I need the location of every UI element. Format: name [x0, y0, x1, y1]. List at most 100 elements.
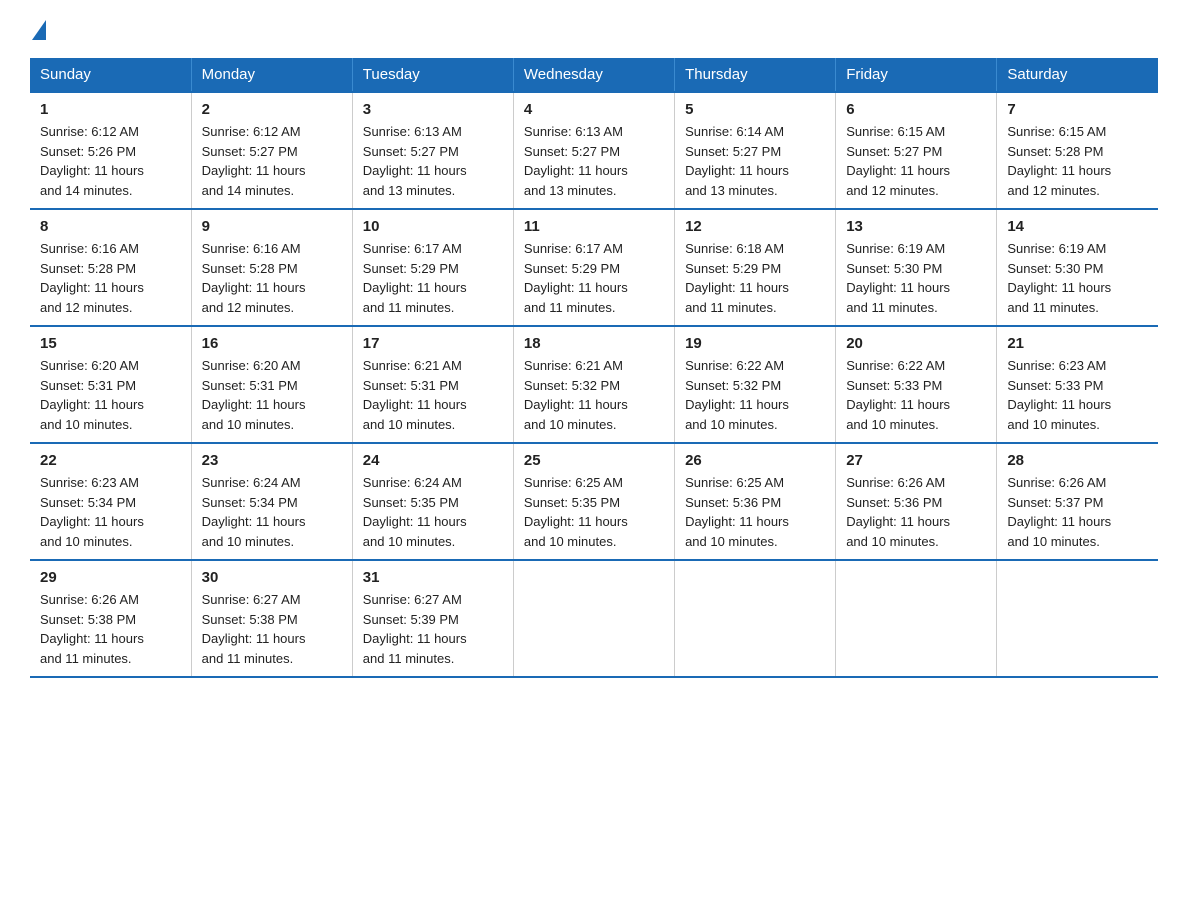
- day-info: Sunrise: 6:24 AMSunset: 5:35 PMDaylight:…: [363, 473, 503, 551]
- day-number: 31: [363, 569, 503, 586]
- calendar-cell: 19Sunrise: 6:22 AMSunset: 5:32 PMDayligh…: [675, 326, 836, 443]
- day-info: Sunrise: 6:19 AMSunset: 5:30 PMDaylight:…: [1007, 239, 1148, 317]
- day-info: Sunrise: 6:13 AMSunset: 5:27 PMDaylight:…: [524, 122, 664, 200]
- day-info: Sunrise: 6:15 AMSunset: 5:28 PMDaylight:…: [1007, 122, 1148, 200]
- day-number: 29: [40, 569, 181, 586]
- calendar-cell: 26 Sunrise: 6:25 AMSunset: 5:36 PMDayligh…: [675, 443, 836, 560]
- calendar-cell: 14 Sunrise: 6:19 AMSunset: 5:30 PMDayligh…: [997, 209, 1158, 326]
- day-number: 21: [1007, 335, 1148, 352]
- calendar-cell: 22Sunrise: 6:23 AMSunset: 5:34 PMDayligh…: [30, 443, 191, 560]
- day-number: 18: [524, 335, 664, 352]
- calendar-week-1: 1 Sunrise: 6:12 AMSunset: 5:26 PMDaylight…: [30, 92, 1158, 209]
- day-info: Sunrise: 6:12 AMSunset: 5:27 PMDaylight:…: [202, 122, 342, 200]
- day-info: Sunrise: 6:17 AMSunset: 5:29 PMDaylight:…: [524, 239, 664, 317]
- calendar-cell: 3 Sunrise: 6:13 AMSunset: 5:27 PMDaylight…: [352, 92, 513, 209]
- calendar-week-4: 22Sunrise: 6:23 AMSunset: 5:34 PMDayligh…: [30, 443, 1158, 560]
- calendar-cell: [836, 560, 997, 677]
- calendar-cell: 15 Sunrise: 6:20 AMSunset: 5:31 PMDayligh…: [30, 326, 191, 443]
- calendar-cell: 1 Sunrise: 6:12 AMSunset: 5:26 PMDaylight…: [30, 92, 191, 209]
- day-number: 12: [685, 218, 825, 235]
- calendar-cell: 20 Sunrise: 6:22 AMSunset: 5:33 PMDayligh…: [836, 326, 997, 443]
- day-info: Sunrise: 6:19 AMSunset: 5:30 PMDaylight:…: [846, 239, 986, 317]
- day-info: Sunrise: 6:16 AMSunset: 5:28 PMDaylight:…: [202, 239, 342, 317]
- day-info: Sunrise: 6:20 AMSunset: 5:31 PMDaylight:…: [202, 356, 342, 434]
- calendar-cell: 6Sunrise: 6:15 AMSunset: 5:27 PMDaylight…: [836, 92, 997, 209]
- day-number: 14: [1007, 218, 1148, 235]
- page-header: [30, 20, 1158, 40]
- calendar-week-3: 15 Sunrise: 6:20 AMSunset: 5:31 PMDayligh…: [30, 326, 1158, 443]
- calendar-cell: [513, 560, 674, 677]
- day-number: 6: [846, 101, 986, 118]
- day-number: 24: [363, 452, 503, 469]
- day-number: 15: [40, 335, 181, 352]
- day-info: Sunrise: 6:14 AMSunset: 5:27 PMDaylight:…: [685, 122, 825, 200]
- calendar-cell: 31 Sunrise: 6:27 AMSunset: 5:39 PMDayligh…: [352, 560, 513, 677]
- calendar-cell: 5 Sunrise: 6:14 AMSunset: 5:27 PMDaylight…: [675, 92, 836, 209]
- day-info: Sunrise: 6:22 AMSunset: 5:32 PMDaylight:…: [685, 356, 825, 434]
- calendar-cell: 12 Sunrise: 6:18 AMSunset: 5:29 PMDayligh…: [675, 209, 836, 326]
- day-info: Sunrise: 6:21 AMSunset: 5:32 PMDaylight:…: [524, 356, 664, 434]
- day-info: Sunrise: 6:21 AMSunset: 5:31 PMDaylight:…: [363, 356, 503, 434]
- day-number: 2: [202, 101, 342, 118]
- column-header-thursday: Thursday: [675, 58, 836, 92]
- day-info: Sunrise: 6:27 AMSunset: 5:39 PMDaylight:…: [363, 590, 503, 668]
- calendar-cell: 23 Sunrise: 6:24 AMSunset: 5:34 PMDayligh…: [191, 443, 352, 560]
- logo: [30, 20, 48, 40]
- day-info: Sunrise: 6:13 AMSunset: 5:27 PMDaylight:…: [363, 122, 503, 200]
- calendar-cell: 24 Sunrise: 6:24 AMSunset: 5:35 PMDayligh…: [352, 443, 513, 560]
- day-info: Sunrise: 6:24 AMSunset: 5:34 PMDaylight:…: [202, 473, 342, 551]
- calendar-cell: 30 Sunrise: 6:27 AMSunset: 5:38 PMDayligh…: [191, 560, 352, 677]
- column-header-wednesday: Wednesday: [513, 58, 674, 92]
- column-header-tuesday: Tuesday: [352, 58, 513, 92]
- day-number: 4: [524, 101, 664, 118]
- day-number: 27: [846, 452, 986, 469]
- calendar-cell: 21 Sunrise: 6:23 AMSunset: 5:33 PMDayligh…: [997, 326, 1158, 443]
- calendar-table: SundayMondayTuesdayWednesdayThursdayFrid…: [30, 58, 1158, 678]
- day-info: Sunrise: 6:20 AMSunset: 5:31 PMDaylight:…: [40, 356, 181, 434]
- calendar-week-5: 29 Sunrise: 6:26 AMSunset: 5:38 PMDayligh…: [30, 560, 1158, 677]
- day-number: 28: [1007, 452, 1148, 469]
- calendar-cell: 11 Sunrise: 6:17 AMSunset: 5:29 PMDayligh…: [513, 209, 674, 326]
- day-number: 30: [202, 569, 342, 586]
- calendar-cell: 27Sunrise: 6:26 AMSunset: 5:36 PMDayligh…: [836, 443, 997, 560]
- day-info: Sunrise: 6:18 AMSunset: 5:29 PMDaylight:…: [685, 239, 825, 317]
- column-header-saturday: Saturday: [997, 58, 1158, 92]
- calendar-cell: 9 Sunrise: 6:16 AMSunset: 5:28 PMDaylight…: [191, 209, 352, 326]
- day-info: Sunrise: 6:25 AMSunset: 5:35 PMDaylight:…: [524, 473, 664, 551]
- day-number: 13: [846, 218, 986, 235]
- day-info: Sunrise: 6:26 AMSunset: 5:37 PMDaylight:…: [1007, 473, 1148, 551]
- day-number: 9: [202, 218, 342, 235]
- calendar-week-2: 8 Sunrise: 6:16 AMSunset: 5:28 PMDaylight…: [30, 209, 1158, 326]
- day-info: Sunrise: 6:12 AMSunset: 5:26 PMDaylight:…: [40, 122, 181, 200]
- calendar-cell: 25 Sunrise: 6:25 AMSunset: 5:35 PMDayligh…: [513, 443, 674, 560]
- day-number: 17: [363, 335, 503, 352]
- column-header-sunday: Sunday: [30, 58, 191, 92]
- day-number: 20: [846, 335, 986, 352]
- calendar-cell: 16 Sunrise: 6:20 AMSunset: 5:31 PMDayligh…: [191, 326, 352, 443]
- calendar-cell: 2 Sunrise: 6:12 AMSunset: 5:27 PMDaylight…: [191, 92, 352, 209]
- day-number: 3: [363, 101, 503, 118]
- calendar-cell: [997, 560, 1158, 677]
- day-number: 25: [524, 452, 664, 469]
- day-number: 23: [202, 452, 342, 469]
- day-number: 26: [685, 452, 825, 469]
- day-info: Sunrise: 6:26 AMSunset: 5:38 PMDaylight:…: [40, 590, 181, 668]
- calendar-cell: 29 Sunrise: 6:26 AMSunset: 5:38 PMDayligh…: [30, 560, 191, 677]
- calendar-header-row: SundayMondayTuesdayWednesdayThursdayFrid…: [30, 58, 1158, 92]
- day-number: 5: [685, 101, 825, 118]
- day-info: Sunrise: 6:25 AMSunset: 5:36 PMDaylight:…: [685, 473, 825, 551]
- day-number: 11: [524, 218, 664, 235]
- calendar-cell: 4 Sunrise: 6:13 AMSunset: 5:27 PMDaylight…: [513, 92, 674, 209]
- day-number: 8: [40, 218, 181, 235]
- calendar-cell: 13 Sunrise: 6:19 AMSunset: 5:30 PMDayligh…: [836, 209, 997, 326]
- day-info: Sunrise: 6:23 AMSunset: 5:33 PMDaylight:…: [1007, 356, 1148, 434]
- calendar-cell: 18 Sunrise: 6:21 AMSunset: 5:32 PMDayligh…: [513, 326, 674, 443]
- day-info: Sunrise: 6:22 AMSunset: 5:33 PMDaylight:…: [846, 356, 986, 434]
- day-info: Sunrise: 6:17 AMSunset: 5:29 PMDaylight:…: [363, 239, 503, 317]
- day-number: 16: [202, 335, 342, 352]
- day-number: 1: [40, 101, 181, 118]
- calendar-cell: [675, 560, 836, 677]
- day-info: Sunrise: 6:27 AMSunset: 5:38 PMDaylight:…: [202, 590, 342, 668]
- day-number: 22: [40, 452, 181, 469]
- day-number: 10: [363, 218, 503, 235]
